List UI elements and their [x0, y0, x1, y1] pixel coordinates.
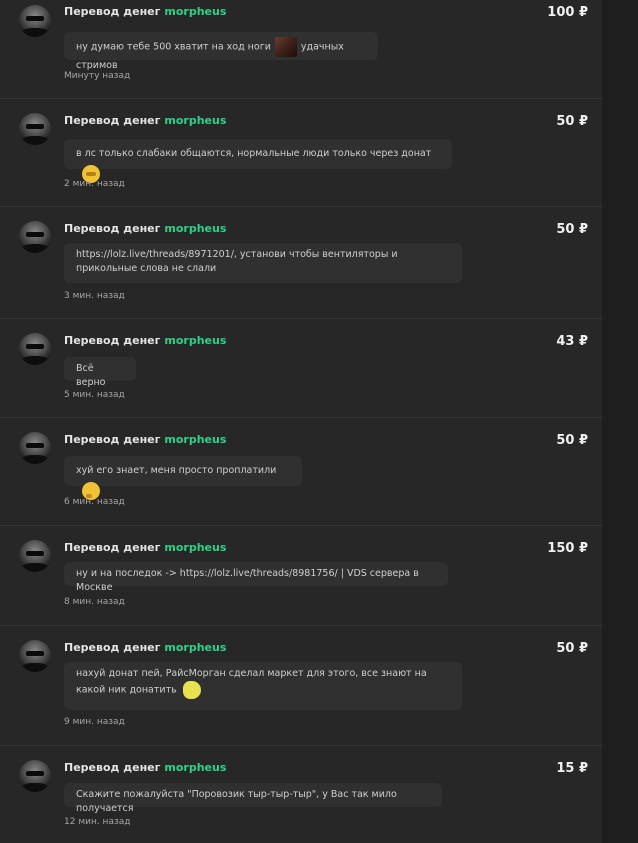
message-bubble: нахуй донат пей, РайсМорган сделал марке…: [64, 662, 462, 710]
message-bubble: Скажите пожалуйста "Поровозик тыр-тыр-ты…: [64, 783, 442, 814]
message-text: в лс только слабаки общаются, нормальные…: [76, 148, 432, 159]
message-bubble: Всё верно: [64, 357, 136, 388]
feed-item: Перевод денег morpheus 15 ₽ Скажите пожал…: [0, 746, 602, 843]
item-title: Перевод денег morpheus: [64, 761, 226, 774]
item-type: Перевод денег: [64, 433, 161, 446]
message-text: Скажите пожалуйста "Поровозик тыр-тыр-ты…: [76, 789, 397, 814]
amount: 43 ₽: [556, 334, 588, 349]
avatar[interactable]: [19, 5, 51, 37]
message-bubble: хуй его знает, меня просто проплатили: [64, 456, 302, 500]
page-gutter: [602, 0, 638, 843]
timestamp: 8 мин. назад: [64, 597, 125, 607]
timestamp: 5 мин. назад: [64, 390, 125, 400]
message-bubble: ну и на последок -> https://lolz.live/th…: [64, 562, 448, 593]
amount: 50 ₽: [556, 114, 588, 129]
pepe-emoji-icon: [182, 681, 201, 699]
amount: 50 ₽: [556, 641, 588, 656]
avatar[interactable]: [19, 432, 51, 464]
avatar[interactable]: [19, 640, 51, 672]
username-link[interactable]: morpheus: [164, 114, 226, 127]
message-text: хуй его знает, меня просто проплатили: [76, 465, 277, 476]
timestamp: 6 мин. назад: [64, 497, 125, 507]
item-title: Перевод денег morpheus: [64, 114, 226, 127]
item-type: Перевод денег: [64, 334, 161, 347]
username-link[interactable]: morpheus: [164, 5, 226, 18]
feed-item: Перевод денег morpheus 50 ₽ хуй его знает…: [0, 418, 602, 526]
username-link[interactable]: morpheus: [164, 541, 226, 554]
message-text: Всё верно: [76, 363, 106, 388]
username-link[interactable]: morpheus: [164, 334, 226, 347]
item-title: Перевод денег morpheus: [64, 5, 226, 18]
avatar[interactable]: [19, 113, 51, 145]
amount: 15 ₽: [556, 761, 588, 776]
timestamp: 3 мин. назад: [64, 291, 125, 301]
message-bubble: ну думаю тебе 500 хватит на ход ноги удач…: [64, 32, 378, 71]
item-title: Перевод денег morpheus: [64, 334, 226, 347]
item-title: Перевод денег morpheus: [64, 222, 226, 235]
timestamp: 9 мин. назад: [64, 717, 125, 727]
username-link[interactable]: morpheus: [164, 433, 226, 446]
avatar[interactable]: [19, 221, 51, 253]
feed-item: Перевод денег morpheus 50 ₽ https://lolz.…: [0, 207, 602, 319]
username-link[interactable]: morpheus: [164, 222, 226, 235]
avatar[interactable]: [19, 540, 51, 572]
amount: 100 ₽: [547, 5, 588, 20]
message-text: ну и на последок -> https://lolz.live/th…: [76, 568, 419, 593]
donation-feed: Перевод денег morpheus 100 ₽ ну думаю теб…: [0, 0, 602, 843]
amount: 50 ₽: [556, 222, 588, 237]
avatar[interactable]: [19, 333, 51, 365]
item-type: Перевод денег: [64, 761, 161, 774]
feed-item: Перевод денег morpheus 50 ₽ в лс только с…: [0, 99, 602, 207]
feed-item: Перевод денег morpheus 50 ₽ нахуй донат п…: [0, 626, 602, 746]
feed-item: Перевод денег morpheus 150 ₽ ну и на посл…: [0, 526, 602, 626]
message-text: нахуй донат пей, РайсМорган сделал марке…: [76, 668, 427, 696]
item-type: Перевод денег: [64, 5, 161, 18]
item-title: Перевод денег morpheus: [64, 433, 226, 446]
item-type: Перевод денег: [64, 641, 161, 654]
amount: 150 ₽: [547, 541, 588, 556]
feed-item: Перевод денег morpheus 100 ₽ ну думаю теб…: [0, 0, 602, 99]
amount: 50 ₽: [556, 433, 588, 448]
item-title: Перевод денег morpheus: [64, 641, 226, 654]
avatar[interactable]: [19, 760, 51, 792]
timestamp: Минуту назад: [64, 71, 131, 81]
item-title: Перевод денег morpheus: [64, 541, 226, 554]
image-thumbnail-icon: [274, 37, 297, 57]
message-bubble: https://lolz.live/threads/8971201/, уста…: [64, 243, 462, 283]
message-text: ну думаю тебе 500 хватит на ход ноги: [76, 41, 271, 53]
username-link[interactable]: morpheus: [164, 641, 226, 654]
item-type: Перевод денег: [64, 541, 161, 554]
timestamp: 12 мин. назад: [64, 817, 131, 827]
message-bubble: в лс только слабаки общаются, нормальные…: [64, 139, 452, 183]
item-type: Перевод денег: [64, 222, 161, 235]
item-type: Перевод денег: [64, 114, 161, 127]
feed-item: Перевод денег morpheus 43 ₽ Всё верно 5 м…: [0, 319, 602, 418]
username-link[interactable]: morpheus: [164, 761, 226, 774]
timestamp: 2 мин. назад: [64, 179, 125, 189]
message-text: https://lolz.live/threads/8971201/, уста…: [76, 249, 398, 274]
